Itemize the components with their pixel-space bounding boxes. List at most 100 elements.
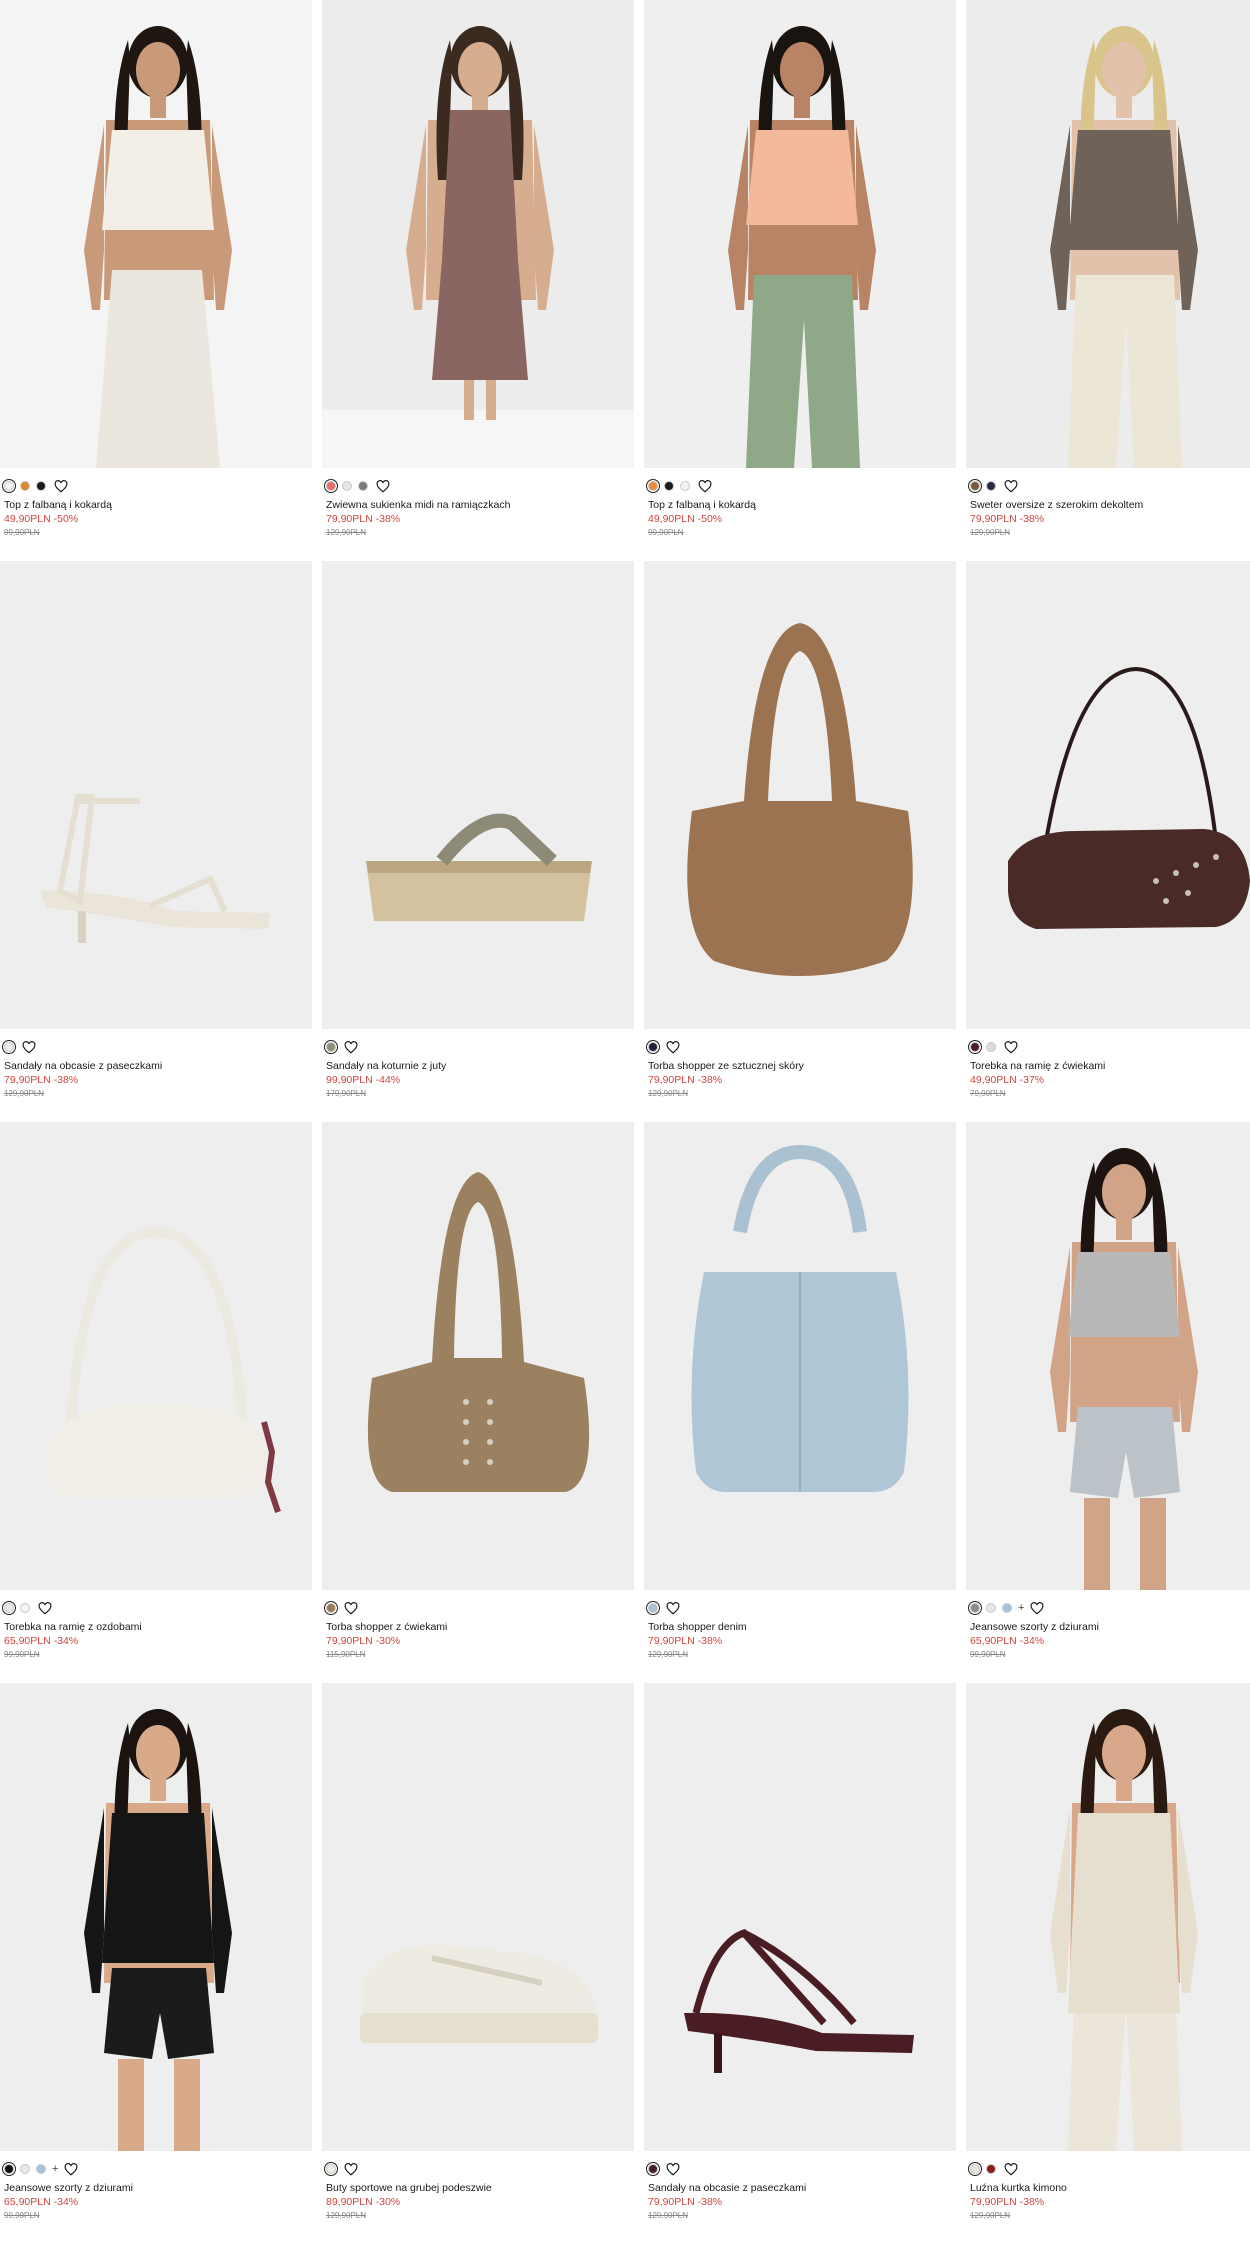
heart-icon[interactable] (698, 479, 712, 493)
product-card[interactable]: Torebka na ramię z ćwiekami 49,90PLN -37%… (966, 561, 1250, 1122)
color-swatch[interactable] (968, 1040, 982, 1054)
color-swatch[interactable] (36, 2164, 46, 2174)
product-image[interactable] (644, 1122, 956, 1590)
heart-icon[interactable] (344, 1601, 358, 1615)
product-name[interactable]: Sweter oversize z szerokim dekoltem (970, 499, 1250, 512)
product-name[interactable]: Sandały na obcasie z paseczkami (648, 2182, 956, 2195)
product-card[interactable]: Sweter oversize z szerokim dekoltem 79,90… (966, 0, 1250, 561)
color-swatch[interactable] (646, 479, 660, 493)
product-name[interactable]: Jeansowe szorty z dziurami (4, 2182, 312, 2195)
product-name[interactable]: Torba shopper z ćwiekami (326, 1621, 634, 1634)
product-card[interactable]: Sandały na obcasie z paseczkami 79,90PLN … (0, 561, 312, 1122)
color-swatch[interactable] (2, 1601, 16, 1615)
product-image[interactable] (644, 561, 956, 1029)
heart-icon[interactable] (1030, 1601, 1044, 1615)
product-card[interactable]: Torba shopper z ćwiekami 79,90PLN -30% 115… (322, 1122, 634, 1683)
product-image[interactable] (966, 561, 1250, 1029)
product-image[interactable] (0, 561, 312, 1029)
product-name[interactable]: Sandały na obcasie z paseczkami (4, 1060, 312, 1073)
product-card[interactable]: Luźna kurtka kimono 79,90PLN -38% 129,90PL… (966, 1683, 1250, 2244)
product-image[interactable] (644, 1683, 956, 2151)
product-name[interactable]: Luźna kurtka kimono (970, 2182, 1250, 2195)
heart-icon[interactable] (64, 2162, 78, 2176)
product-name[interactable]: Torebka na ramię z ozdobami (4, 1621, 312, 1634)
product-card[interactable]: Sandały na obcasie z paseczkami 79,90PLN … (644, 1683, 956, 2244)
color-swatch[interactable] (968, 2162, 982, 2176)
color-swatch[interactable] (646, 1040, 660, 1054)
product-name[interactable]: Torebka na ramię z ćwiekami (970, 1060, 1250, 1073)
heart-icon[interactable] (54, 479, 68, 493)
product-name[interactable]: Jeansowe szorty z dziurami (970, 1621, 1250, 1634)
heart-icon[interactable] (344, 2162, 358, 2176)
product-name[interactable]: Torba shopper denim (648, 1621, 956, 1634)
product-image[interactable] (322, 1683, 634, 2151)
color-swatch[interactable] (680, 481, 690, 491)
color-swatch[interactable] (20, 1603, 30, 1613)
heart-icon[interactable] (344, 1040, 358, 1054)
color-swatch[interactable] (2, 479, 16, 493)
heart-icon[interactable] (666, 1040, 680, 1054)
color-swatch[interactable] (2, 1040, 16, 1054)
product-card[interactable]: Zwiewna sukienka midi na ramiączkach 79,9… (322, 0, 634, 561)
product-image[interactable] (0, 0, 312, 468)
sale-price: 79,90PLN (648, 1074, 695, 1086)
product-card[interactable]: Top z falbaną i kokardą 49,90PLN -50% 99,9… (644, 0, 956, 561)
color-swatch[interactable] (1002, 1603, 1012, 1613)
heart-icon[interactable] (1004, 1040, 1018, 1054)
product-card[interactable]: Torba shopper ze sztucznej skóry 79,90PLN… (644, 561, 956, 1122)
product-name[interactable]: Buty sportowe na grubej podeszwie (326, 2182, 634, 2195)
heart-icon[interactable] (666, 2162, 680, 2176)
heart-icon[interactable] (1004, 479, 1018, 493)
product-card[interactable]: Torebka na ramię z ozdobami 65,90PLN -34%… (0, 1122, 312, 1683)
product-image[interactable] (966, 1683, 1250, 2151)
original-price: 179,90PLN (326, 1089, 367, 1098)
color-swatch[interactable] (646, 1601, 660, 1615)
color-swatch[interactable] (358, 481, 368, 491)
product-card[interactable]: Buty sportowe na grubej podeszwie 89,90PL… (322, 1683, 634, 2244)
product-name[interactable]: Top z falbaną i kokardą (4, 499, 312, 512)
color-swatch[interactable] (986, 2164, 996, 2174)
product-image[interactable] (644, 0, 956, 468)
product-name[interactable]: Top z falbaną i kokardą (648, 499, 956, 512)
original-price: 129,90PLN (648, 1089, 689, 1098)
color-swatch[interactable] (20, 481, 30, 491)
more-colors-indicator[interactable]: + (1018, 1603, 1024, 1614)
product-name[interactable]: Zwiewna sukienka midi na ramiączkach (326, 499, 634, 512)
product-name[interactable]: Sandały na koturnie z juty (326, 1060, 634, 1073)
heart-icon[interactable] (1004, 2162, 1018, 2176)
product-image[interactable] (322, 0, 634, 468)
color-swatch[interactable] (646, 2162, 660, 2176)
color-swatch[interactable] (986, 481, 996, 491)
heart-icon[interactable] (22, 1040, 36, 1054)
product-card[interactable]: Torba shopper denim 79,90PLN -38% 129,90PL… (644, 1122, 956, 1683)
heart-icon[interactable] (376, 479, 390, 493)
discount-badge: -38% (697, 2196, 723, 2208)
product-card[interactable]: Sandały na koturnie z juty 99,90PLN -44% 1… (322, 561, 634, 1122)
more-colors-indicator[interactable]: + (52, 2164, 58, 2175)
heart-icon[interactable] (38, 1601, 52, 1615)
product-image[interactable] (966, 1122, 1250, 1590)
color-swatch[interactable] (324, 2162, 338, 2176)
color-swatch[interactable] (986, 1042, 996, 1052)
color-swatch[interactable] (324, 1601, 338, 1615)
color-swatch[interactable] (968, 1601, 982, 1615)
color-swatch[interactable] (324, 1040, 338, 1054)
color-swatch[interactable] (2, 2162, 16, 2176)
color-swatch[interactable] (342, 481, 352, 491)
product-name[interactable]: Torba shopper ze sztucznej skóry (648, 1060, 956, 1073)
product-image[interactable] (322, 561, 634, 1029)
product-card[interactable]: Top z falbaną i kokardą 49,90PLN -50% 99,9… (0, 0, 312, 561)
product-image[interactable] (0, 1683, 312, 2151)
product-image[interactable] (322, 1122, 634, 1590)
color-swatch[interactable] (20, 2164, 30, 2174)
color-swatch[interactable] (986, 1603, 996, 1613)
color-swatch[interactable] (664, 481, 674, 491)
color-swatch[interactable] (36, 481, 46, 491)
product-card[interactable]: + Jeansowe szorty z dziurami 65,90PLN -34%… (0, 1683, 312, 2244)
color-swatch[interactable] (968, 479, 982, 493)
color-swatch[interactable] (324, 479, 338, 493)
product-image[interactable] (0, 1122, 312, 1590)
product-card[interactable]: + Jeansowe szorty z dziurami 65,90PLN -34%… (966, 1122, 1250, 1683)
heart-icon[interactable] (666, 1601, 680, 1615)
product-image[interactable] (966, 0, 1250, 468)
